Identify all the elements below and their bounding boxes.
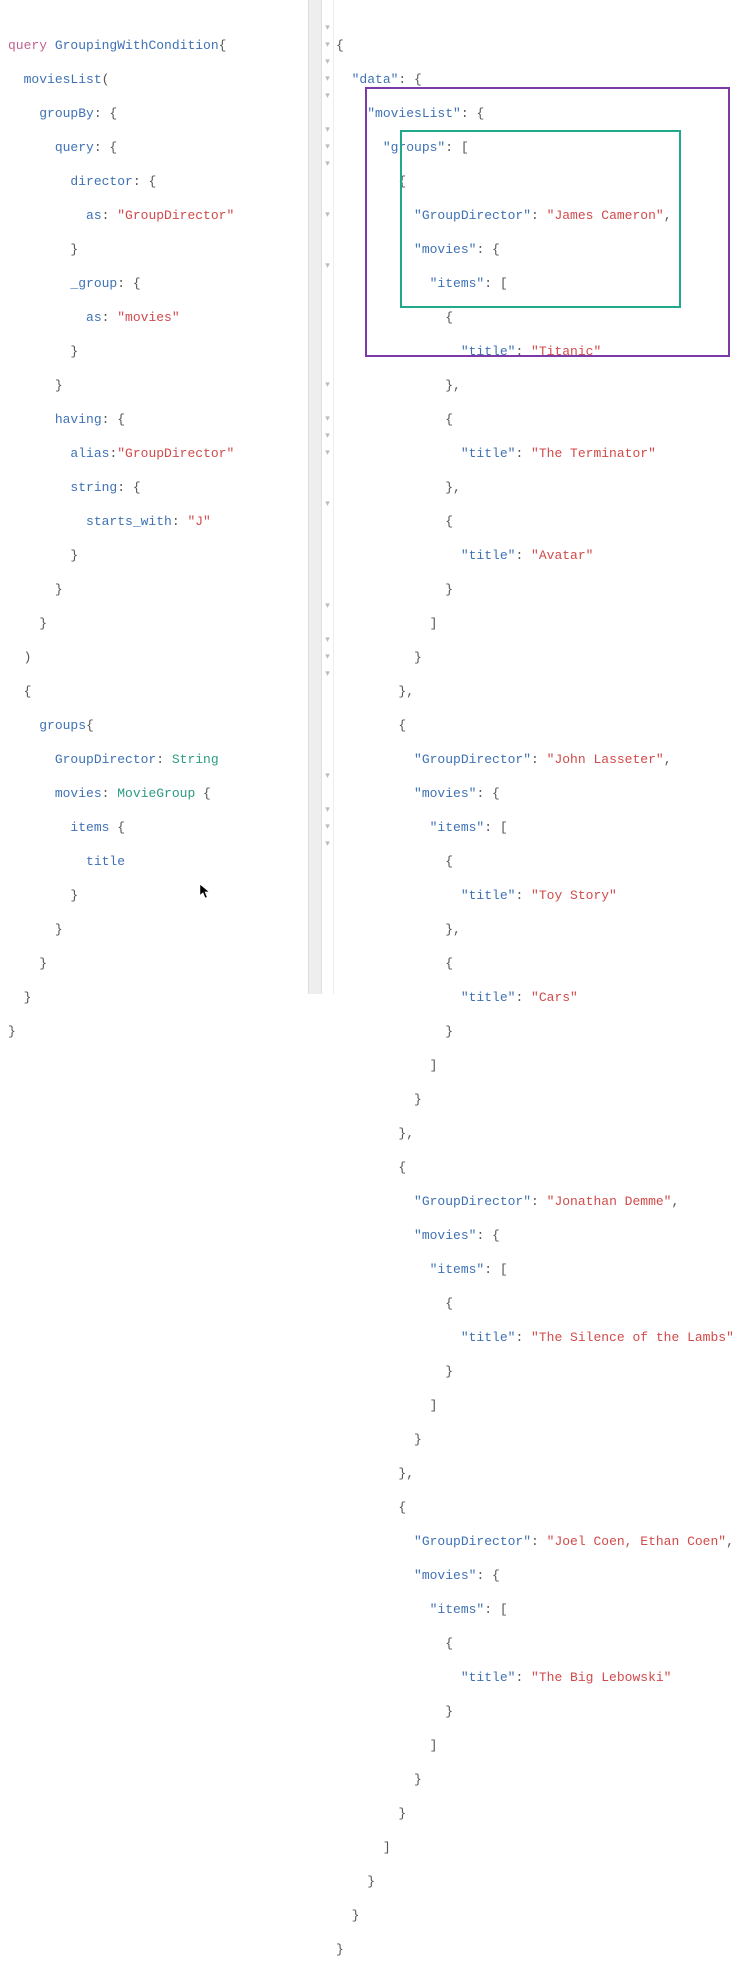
title-6: "The Big Lebowski" bbox=[531, 1670, 671, 1685]
sel-groups: groups bbox=[39, 718, 86, 733]
director-1: "John Lasseter" bbox=[547, 752, 664, 767]
keyword-query: query bbox=[8, 38, 47, 53]
response-pane[interactable]: { "data": { "moviesList": { "groups": [ … bbox=[334, 0, 753, 994]
operation-name: GroupingWithCondition bbox=[55, 38, 219, 53]
arg-group: _group bbox=[70, 276, 117, 291]
arg-as-2: as bbox=[86, 310, 102, 325]
json-key-items: "items" bbox=[430, 276, 485, 291]
title-2: "Avatar" bbox=[531, 548, 593, 563]
arg-starts-with: starts_with bbox=[86, 514, 172, 529]
fold-gutter[interactable]: ▾▾▾▾▾▾▾▾▾▾▾▾▾▾▾▾▾▾▾▾▾▾▾ bbox=[322, 0, 334, 994]
sel-groupdirector: GroupDirector bbox=[55, 752, 156, 767]
arg-query: query bbox=[55, 140, 94, 155]
json-key-groups: "groups" bbox=[383, 140, 445, 155]
json-key-groupdirector: "GroupDirector" bbox=[414, 208, 531, 223]
arg-groupBy: groupBy bbox=[39, 106, 94, 121]
val-j: "J" bbox=[187, 514, 210, 529]
title-4: "Cars" bbox=[531, 990, 578, 1005]
val-movies: "movies" bbox=[117, 310, 179, 325]
json-key-movieslist: "moviesList" bbox=[367, 106, 461, 121]
json-key-movies: "movies" bbox=[414, 242, 476, 257]
editor-split-view: query GroupingWithCondition{ moviesList(… bbox=[0, 0, 753, 994]
title-0: "Titanic" bbox=[531, 344, 601, 359]
title-3: "Toy Story" bbox=[531, 888, 617, 903]
val-alias-gd: "GroupDirector" bbox=[117, 446, 234, 461]
json-key-data: "data" bbox=[352, 72, 399, 87]
arg-as: as bbox=[86, 208, 102, 223]
sel-items: items bbox=[70, 820, 109, 835]
director-3: "Joel Coen, Ethan Coen" bbox=[547, 1534, 726, 1549]
sel-movies: movies bbox=[55, 786, 102, 801]
val-group-director: "GroupDirector" bbox=[117, 208, 234, 223]
pane-divider[interactable] bbox=[308, 0, 322, 994]
type-string: String bbox=[172, 752, 219, 767]
director-0: "James Cameron" bbox=[547, 208, 664, 223]
title-5: "The Silence of the Lambs" bbox=[531, 1330, 734, 1345]
arg-alias: alias bbox=[70, 446, 109, 461]
query-editor-pane[interactable]: query GroupingWithCondition{ moviesList(… bbox=[0, 0, 308, 994]
field-moviesList: moviesList bbox=[24, 72, 102, 87]
arg-string: string bbox=[70, 480, 117, 495]
arg-director: director bbox=[70, 174, 132, 189]
arg-having: having bbox=[55, 412, 102, 427]
sel-title: title bbox=[86, 854, 125, 869]
json-key-title: "title" bbox=[461, 344, 516, 359]
director-2: "Jonathan Demme" bbox=[547, 1194, 672, 1209]
type-moviegroup: MovieGroup bbox=[117, 786, 195, 801]
title-1: "The Terminator" bbox=[531, 446, 656, 461]
